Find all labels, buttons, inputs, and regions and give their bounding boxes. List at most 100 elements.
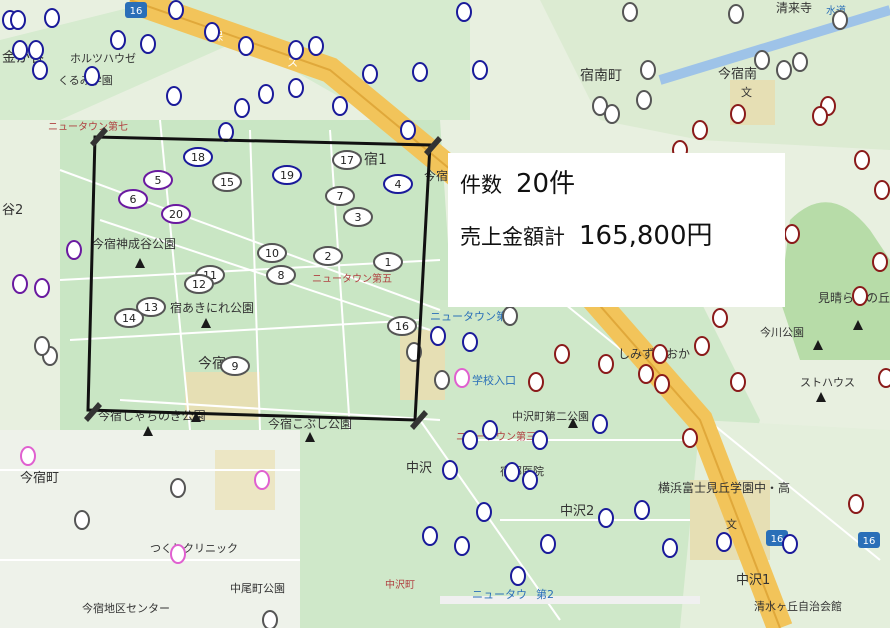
marker-dot[interactable] [434,370,450,390]
numbered-marker[interactable]: 15 [212,172,242,192]
marker-dot[interactable] [638,364,654,384]
numbered-marker[interactable]: 4 [383,174,413,194]
marker-dot[interactable] [454,368,470,388]
marker-dot[interactable] [832,10,848,30]
marker-dot[interactable] [622,2,638,22]
numbered-marker[interactable]: 20 [161,204,191,224]
numbered-marker[interactable]: 5 [143,170,173,190]
marker-dot[interactable] [482,420,498,440]
marker-dot[interactable] [598,354,614,374]
marker-dot[interactable] [258,84,274,104]
marker-dot[interactable] [308,36,324,56]
marker-dot[interactable] [204,22,220,42]
marker-dot[interactable] [728,4,744,24]
marker-dot[interactable] [812,106,828,126]
marker-dot[interactable] [170,544,186,564]
map-canvas[interactable]: 16 16 16 金が谷 ホルツハウゼ くるみ学園 ニュータウン第七 谷2 今宿… [0,0,890,628]
marker-dot[interactable] [140,34,156,54]
marker-dot[interactable] [604,104,620,124]
marker-dot[interactable] [510,566,526,586]
marker-dot[interactable] [694,336,710,356]
marker-dot[interactable] [682,428,698,448]
marker-dot[interactable] [238,36,254,56]
marker-dot[interactable] [712,308,728,328]
marker-dot[interactable] [522,470,538,490]
marker-dot[interactable] [44,8,60,28]
marker-dot[interactable] [592,414,608,434]
marker-dot[interactable] [784,224,800,244]
numbered-marker[interactable]: 9 [220,356,250,376]
marker-dot[interactable] [872,252,888,272]
marker-dot[interactable] [462,332,478,352]
marker-dot[interactable] [110,30,126,50]
marker-dot[interactable] [792,52,808,72]
marker-dot[interactable] [528,372,544,392]
numbered-marker[interactable]: 17 [332,150,362,170]
marker-dot[interactable] [12,274,28,294]
marker-dot[interactable] [462,430,478,450]
marker-dot[interactable] [288,78,304,98]
marker-dot[interactable] [254,470,270,490]
marker-dot[interactable] [66,240,82,260]
marker-dot[interactable] [168,0,184,20]
marker-dot[interactable] [20,446,36,466]
marker-dot[interactable] [400,120,416,140]
numbered-marker[interactable]: 8 [266,265,296,285]
marker-dot[interactable] [166,86,182,106]
marker-dot[interactable] [362,64,378,84]
marker-dot[interactable] [716,532,732,552]
marker-dot[interactable] [422,526,438,546]
marker-dot[interactable] [504,462,520,482]
marker-dot[interactable] [540,534,556,554]
marker-dot[interactable] [288,40,304,60]
marker-dot[interactable] [472,60,488,80]
marker-dot[interactable] [782,534,798,554]
marker-dot[interactable] [554,344,570,364]
marker-dot[interactable] [662,538,678,558]
marker-dot[interactable] [12,40,28,60]
marker-dot[interactable] [170,478,186,498]
numbered-marker[interactable]: 1 [373,252,403,272]
marker-dot[interactable] [636,90,652,110]
numbered-marker[interactable]: 12 [184,274,214,294]
marker-dot[interactable] [442,460,458,480]
numbered-marker[interactable]: 3 [343,207,373,227]
marker-dot[interactable] [692,120,708,140]
marker-dot[interactable] [848,494,864,514]
marker-dot[interactable] [854,150,870,170]
marker-dot[interactable] [218,122,234,142]
marker-dot[interactable] [454,536,470,556]
marker-dot[interactable] [84,66,100,86]
marker-dot[interactable] [28,40,44,60]
marker-dot[interactable] [234,98,250,118]
marker-dot[interactable] [874,180,890,200]
marker-dot[interactable] [476,502,492,522]
numbered-marker[interactable]: 6 [118,189,148,209]
marker-dot[interactable] [10,10,26,30]
marker-dot[interactable] [598,508,614,528]
marker-dot[interactable] [34,336,50,356]
marker-dot[interactable] [412,62,428,82]
numbered-marker[interactable]: 18 [183,147,213,167]
marker-dot[interactable] [776,60,792,80]
marker-dot[interactable] [654,374,670,394]
marker-dot[interactable] [430,326,446,346]
marker-dot[interactable] [32,60,48,80]
marker-dot[interactable] [640,60,656,80]
marker-dot[interactable] [852,286,868,306]
marker-dot[interactable] [878,368,890,388]
numbered-marker[interactable]: 14 [114,308,144,328]
marker-dot[interactable] [34,278,50,298]
marker-dot[interactable] [754,50,770,70]
marker-dot[interactable] [502,306,518,326]
marker-dot[interactable] [74,510,90,530]
marker-dot[interactable] [634,500,650,520]
numbered-marker[interactable]: 7 [325,186,355,206]
marker-dot[interactable] [730,104,746,124]
numbered-marker[interactable]: 19 [272,165,302,185]
marker-dot[interactable] [730,372,746,392]
marker-dot[interactable] [456,2,472,22]
numbered-marker[interactable]: 2 [313,246,343,266]
numbered-marker[interactable]: 10 [257,243,287,263]
marker-dot[interactable] [652,344,668,364]
